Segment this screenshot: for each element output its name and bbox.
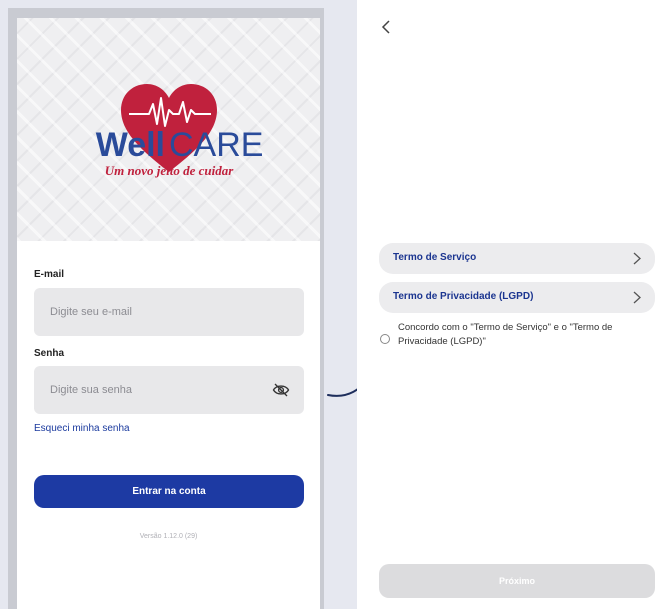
email-field-box[interactable] <box>34 288 304 336</box>
chevron-right-icon <box>633 252 641 265</box>
login-screen: Well CARE Um novo jeito de cuidar E-mail… <box>17 18 320 609</box>
wellcare-logo: Well CARE Um novo jeito de cuidar <box>96 84 263 178</box>
terms-of-service-label: Termo de Serviço <box>393 252 477 263</box>
chevron-left-icon[interactable] <box>377 18 395 36</box>
terms-of-service-item[interactable]: Termo de Serviço <box>379 243 655 274</box>
password-label: Senha <box>34 348 65 359</box>
agree-terms-text: Concordo com o "Termo de Serviço" e o "T… <box>398 322 613 347</box>
privacy-terms-item[interactable]: Termo de Privacidade (LGPD) <box>379 282 655 313</box>
forgot-password-link[interactable]: Esqueci minha senha <box>34 423 130 434</box>
logo-header: Well CARE Um novo jeito de cuidar <box>17 18 320 241</box>
version-text: Versão 1.12.0 (29) <box>139 533 198 540</box>
brand-part1: Well <box>96 126 165 164</box>
logo-tagline: Um novo jeito de cuidar <box>105 163 234 178</box>
next-button[interactable]: Próximo <box>379 564 655 598</box>
terms-screen: Termo de Serviço Termo de Privacidade (L… <box>357 0 664 609</box>
email-input[interactable] <box>34 288 304 336</box>
login-button[interactable]: Entrar na conta <box>34 475 304 508</box>
chevron-right-icon <box>633 291 641 304</box>
email-label: E-mail <box>34 269 65 280</box>
privacy-terms-label: Termo de Privacidade (LGPD) <box>393 291 534 302</box>
agree-terms-radio[interactable] <box>380 334 390 344</box>
eye-off-icon[interactable] <box>272 382 290 398</box>
brand-part2: CARE <box>169 126 263 164</box>
password-input[interactable] <box>34 366 304 414</box>
password-field-box[interactable] <box>34 366 304 414</box>
